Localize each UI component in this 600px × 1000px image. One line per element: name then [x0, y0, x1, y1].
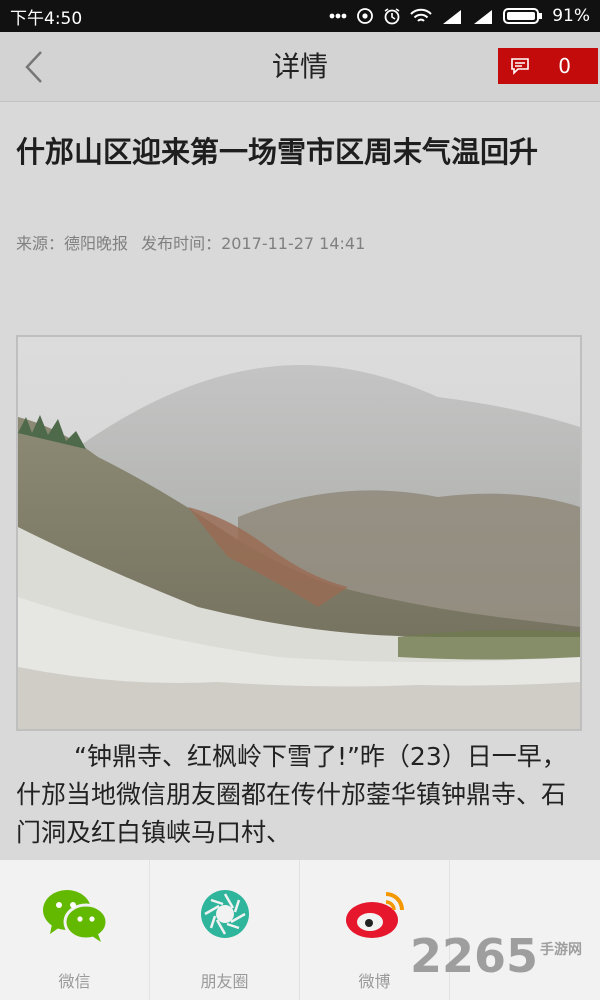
share-moments-label: 朋友圈 — [200, 972, 249, 991]
more-dots-icon — [329, 13, 347, 19]
moments-icon — [200, 890, 249, 938]
wifi-icon — [410, 8, 432, 24]
share-moments-button[interactable]: 朋友圈 — [150, 860, 299, 1000]
site-watermark: 2265 手游网 — [410, 928, 596, 984]
back-button[interactable] — [14, 46, 54, 88]
battery-icon — [503, 7, 543, 25]
weibo-icon — [345, 892, 404, 938]
wechat-icon — [42, 890, 108, 942]
signal-icon-2 — [472, 8, 494, 24]
article-source: 来源：德阳晚报 — [16, 234, 129, 253]
alarm-icon — [383, 7, 401, 25]
article-meta: 来源：德阳晚报 发布时间：2017-11-27 14:41 — [16, 230, 373, 254]
signal-icon-1 — [441, 8, 463, 24]
article-photo — [16, 335, 582, 731]
status-time: 下午4:50 — [10, 8, 83, 29]
share-wechat-label: 微信 — [58, 972, 91, 991]
article-date: 发布时间：2017-11-27 14:41 — [141, 234, 366, 253]
watermark-site: 手游网 — [540, 941, 582, 958]
battery-level: 91% — [552, 6, 590, 26]
watermark-number: 2265 — [410, 929, 538, 983]
comment-button[interactable]: 0 — [498, 48, 598, 84]
comment-icon — [511, 58, 529, 75]
hotspot-icon — [356, 7, 374, 25]
status-bar: 下午4:50 91% — [0, 0, 600, 32]
share-wechat-button[interactable]: 微信 — [0, 860, 149, 1000]
comment-count: 0 — [558, 54, 571, 78]
article-headline: 什邡山区迎来第一场雪市区周末气温回升 — [16, 135, 539, 169]
article-content: 什邡山区迎来第一场雪市区周末气温回升 来源：德阳晚报 发布时间：2017-11-… — [0, 102, 600, 860]
chevron-left-icon — [25, 51, 42, 83]
article-body: “钟鼎寺、红枫岭下雪了!”昨（23）日一早，什邡当地微信朋友圈都在传什邡蓥华镇钟… — [16, 742, 567, 847]
nav-bar: 详情 0 — [0, 32, 600, 102]
